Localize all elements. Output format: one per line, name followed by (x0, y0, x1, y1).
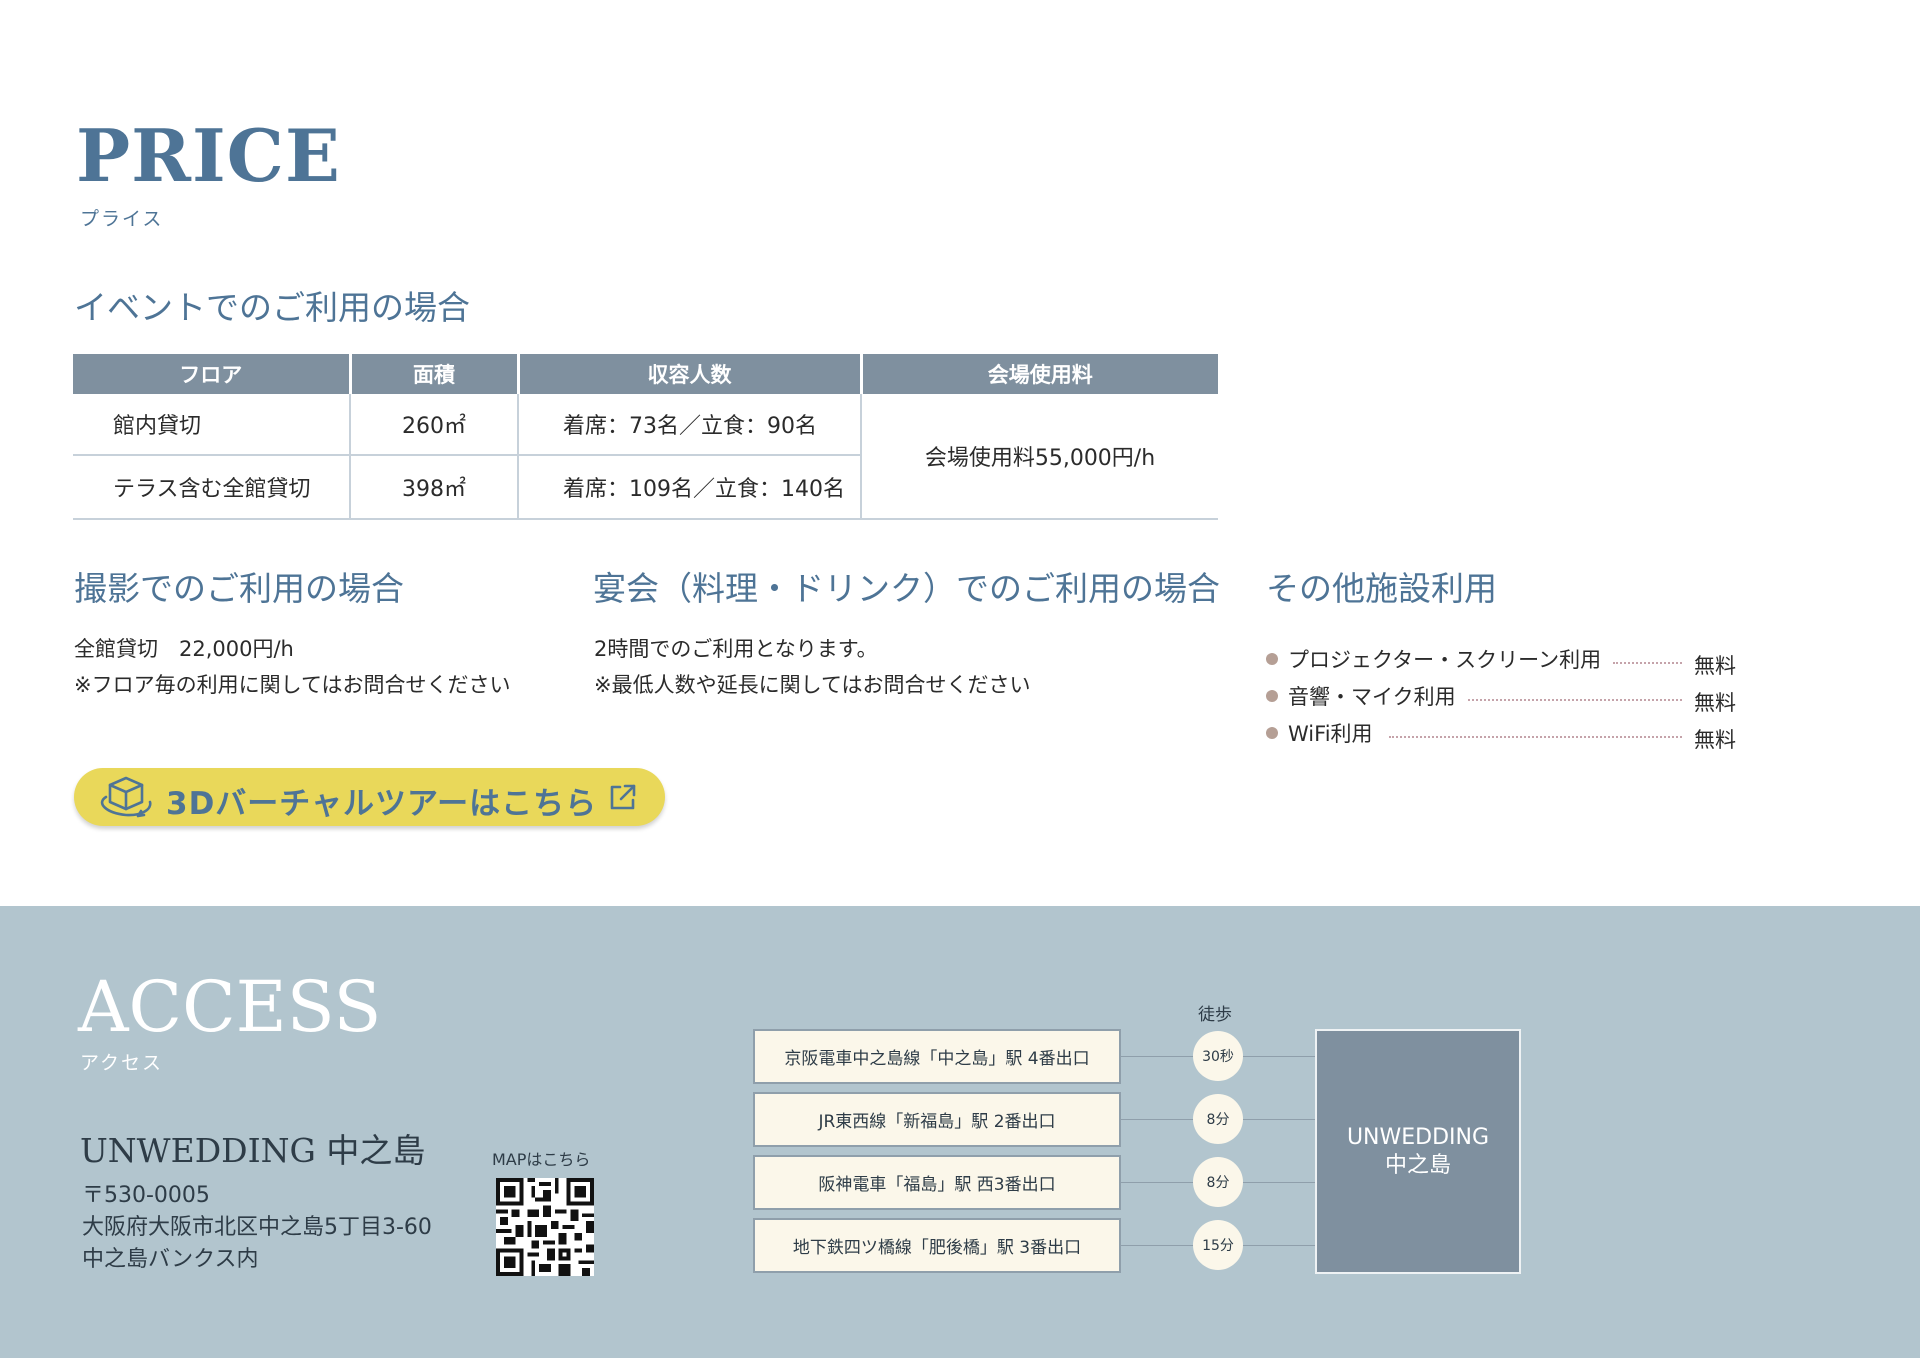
list-item: プロジェクター・スクリーン利用 無料 (1266, 640, 1736, 678)
postal-code: 〒530-0005 (82, 1183, 210, 1208)
dotted-leader (1613, 661, 1682, 664)
map-qr-code[interactable] (496, 1178, 594, 1276)
row-area: 398㎡ (349, 455, 518, 520)
walk-time-badge: 15分 (1193, 1220, 1243, 1270)
walk-time-badge: 8分 (1193, 1094, 1243, 1144)
destination-box: UNWEDDING 中之島 (1315, 1029, 1521, 1274)
facilities-heading: その他施設利用 (1266, 569, 1497, 608)
column-header-fee: 会場使用料 (859, 354, 1218, 394)
dotted-leader (1467, 698, 1682, 701)
table-row: 館内貸切 260㎡ 着席：73名／立食：90名 会場使用料55,000円/h (73, 394, 1218, 520)
column-header-area: 面積 (348, 354, 518, 394)
virtual-tour-label: 3Dバーチャルツアーはこちら (166, 786, 598, 822)
destination-name: UNWEDDING (1346, 1124, 1490, 1150)
dotted-leader (1388, 735, 1682, 738)
facility-list: プロジェクター・スクリーン利用 無料 音響・マイク利用 無料 WiFi利用 無料 (1266, 640, 1736, 752)
venue-name: UNWEDDING 中之島 (80, 1131, 426, 1170)
station-item: 阪神電車「福島」駅 西3番出口 (753, 1155, 1121, 1210)
map-label: MAPはこちら (492, 1150, 591, 1169)
external-link-icon (610, 784, 636, 810)
virtual-tour-button[interactable]: 3Dバーチャルツアーはこちら (74, 768, 665, 826)
table-header-row: フロア 面積 収容人数 会場使用料 (73, 354, 1218, 394)
facility-name: WiFi利用 (1288, 721, 1373, 746)
banquet-heading: 宴会（料理・ドリンク）でのご利用の場合 (593, 569, 1220, 608)
photo-heading: 撮影でのご利用の場合 (74, 569, 404, 608)
station-item: JR東西線「新福島」駅 2番出口 (753, 1092, 1121, 1147)
station-item: 京阪電車中之島線「中之島」駅 4番出口 (753, 1029, 1121, 1084)
column-header-floor: フロア (73, 354, 350, 394)
address-block: 〒530-0005 大阪府大阪市北区中之島5丁目3-60 中之島バンクス内 (82, 1180, 432, 1276)
facility-price: 無料 (1694, 690, 1736, 715)
walk-time-badge: 8分 (1193, 1157, 1243, 1207)
event-heading: イベントでのご利用の場合 (74, 288, 470, 327)
destination-location: 中之島 (1384, 1152, 1451, 1178)
access-title: ACCESS (78, 966, 382, 1048)
facility-name: プロジェクター・スクリーン利用 (1288, 647, 1602, 672)
address-line: 大阪府大阪市北区中之島5丁目3-60 (82, 1215, 432, 1240)
row-floor: 館内貸切 (73, 394, 350, 456)
banquet-note: ※最低人数や延長に関してはお問合せください (594, 673, 1031, 697)
column-header-capacity: 収容人数 (516, 354, 861, 394)
facility-name: 音響・マイク利用 (1288, 684, 1456, 709)
address-line: 中之島バンクス内 (82, 1247, 259, 1272)
photo-price: 全館貸切 22,000円/h (74, 637, 294, 661)
walk-label: 徒歩 (1198, 1005, 1232, 1025)
bullet-dot-icon (1266, 652, 1278, 665)
venue-fee: 会場使用料55,000円/h (860, 394, 1218, 520)
bullet-dot-icon (1266, 726, 1278, 739)
price-title: PRICE (76, 113, 341, 198)
row-capacity: 着席：109名／立食：140名 (517, 455, 861, 520)
facility-price: 無料 (1694, 727, 1736, 752)
banquet-text: 2時間でのご利用となります。 ※最低人数や延長に関してはお問合せください (594, 631, 1031, 703)
list-item: WiFi利用 無料 (1266, 714, 1736, 752)
row-floor: テラス含む全館貸切 (73, 455, 350, 520)
list-item: 音響・マイク利用 無料 (1266, 677, 1736, 715)
walk-time-badge: 30秒 (1193, 1031, 1243, 1081)
row-capacity: 着席：73名／立食：90名 (517, 394, 861, 456)
photo-note: ※フロア毎の利用に関してはお問合せください (74, 673, 511, 697)
3d-cube-icon (100, 776, 152, 818)
access-subtitle: アクセス (80, 1052, 164, 1074)
station-item: 地下鉄四ツ橋線「肥後橋」駅 3番出口 (753, 1218, 1121, 1273)
bullet-dot-icon (1266, 689, 1278, 702)
facility-price: 無料 (1694, 653, 1736, 678)
price-subtitle: プライス (80, 208, 164, 230)
banquet-duration: 2時間でのご利用となります。 (594, 637, 878, 661)
photo-text: 全館貸切 22,000円/h ※フロア毎の利用に関してはお問合せください (74, 631, 511, 703)
row-area: 260㎡ (349, 394, 518, 456)
price-table: フロア 面積 収容人数 会場使用料 館内貸切 260㎡ 着席：73名／立食：90… (73, 354, 1218, 520)
